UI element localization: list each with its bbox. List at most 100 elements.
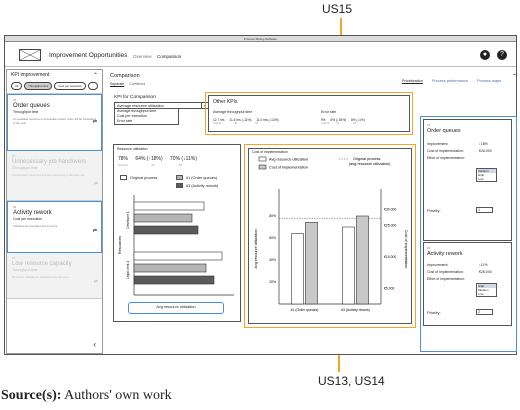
chip-throughput-time[interactable]: Throughput time bbox=[24, 82, 53, 90]
chevron-left-icon[interactable]: ‹ bbox=[93, 340, 96, 349]
effort-select[interactable]: Medium High Low bbox=[476, 168, 497, 182]
priority-input[interactable]: 2 bbox=[476, 309, 493, 315]
effort-option[interactable]: Low bbox=[478, 292, 496, 296]
improvement-label: Improvement: bbox=[427, 263, 449, 267]
kpi-for-comparison: KPI for Comparison Average resource util… bbox=[114, 95, 214, 125]
app-title: Improvement Opportunities bbox=[49, 52, 128, 59]
list-item-activity-rework[interactable]: #3 Activity rework Cost per execution Ac… bbox=[7, 201, 102, 253]
legend-label-cost: Cost of implementation bbox=[269, 166, 308, 170]
kpi-improvement-sidebar: KPI improvement ⌃ All Throughput time Co… bbox=[6, 69, 103, 354]
effort-option[interactable]: Low bbox=[478, 177, 496, 181]
kpi-select[interactable]: Average resource utilization ▼ bbox=[114, 102, 209, 109]
tab-combined[interactable]: Combined bbox=[129, 82, 145, 86]
bar-1-2 bbox=[133, 275, 215, 285]
chevron-up-icon[interactable]: ⌃ bbox=[512, 73, 517, 80]
improvement-row: Improvement: ↓11% bbox=[427, 263, 508, 267]
tab-process-maps[interactable]: Process maps bbox=[477, 79, 501, 83]
view-subtabs: Separate Combined bbox=[110, 82, 149, 86]
tab-overview[interactable]: Overview bbox=[133, 54, 152, 59]
chip-more[interactable]: ... bbox=[87, 82, 99, 90]
other-kpis-panel: Other KPIs Average throughput time 12.7 … bbox=[205, 92, 413, 135]
question-circle-icon[interactable]: ? bbox=[497, 50, 507, 60]
effort-label: Effort of implementation: bbox=[427, 156, 465, 160]
analysis-tabs: Prioritization Process performance Proce… bbox=[402, 79, 509, 83]
kpi-sub: original bbox=[213, 122, 222, 125]
tab-process-performance[interactable]: Process performance bbox=[432, 79, 468, 83]
sidebar-header: KPI improvement ⌃ All Throughput time Co… bbox=[7, 70, 102, 94]
list-item-unnecessary-job-handovers[interactable]: #2 Unnecessary job handovers Throughput … bbox=[7, 151, 102, 201]
cost-row: Cost of implementation: €26,000 bbox=[427, 149, 508, 153]
kpi-sub: #1 bbox=[336, 122, 340, 125]
source-caption: Source(s): Authors' own work bbox=[1, 388, 172, 403]
window-titlebar: Process Mining Software bbox=[5, 36, 516, 42]
prioritization-panel: #1 Order queues Improvement: ↓18% Cost o… bbox=[420, 116, 517, 352]
kpi-select-value: Average resource utilization bbox=[117, 104, 164, 108]
bar-cost-1 bbox=[356, 215, 369, 305]
item-description: Activities are repeated due to errors bbox=[13, 224, 58, 228]
other-kpis-box: Other KPIs Average throughput time 12.7 … bbox=[208, 95, 410, 132]
y-tick-right: €30,000 bbox=[384, 208, 396, 212]
legend-label-original-2: (avg resource utilization) bbox=[349, 162, 391, 166]
bar-0-1 bbox=[133, 213, 193, 223]
kpi-selection-highlight[interactable]: Avg resource utilization bbox=[128, 302, 224, 314]
top-navigation: Improvement Opportunities Overview Compa… bbox=[5, 43, 516, 67]
callout-us15: US15 bbox=[322, 2, 353, 16]
item-description: An available resource to accelerate revi… bbox=[13, 117, 96, 125]
kpi-sub: original bbox=[321, 122, 330, 125]
legend-swatch-cost bbox=[258, 164, 267, 170]
list-item-order-queues[interactable]: #1 Order queues Throughput time An avail… bbox=[7, 94, 102, 151]
bar-1-1 bbox=[133, 263, 207, 273]
card-order-queues: #1 Order queues Improvement: ↓18% Cost o… bbox=[423, 119, 512, 241]
cost-label: Cost of implementation: bbox=[427, 149, 464, 153]
bar-0-2 bbox=[133, 225, 199, 235]
y-axis-label-right: Cost of implementation bbox=[404, 230, 408, 269]
tab-separate[interactable]: Separate bbox=[110, 82, 124, 86]
tab-prioritization[interactable]: Prioritization bbox=[402, 79, 423, 83]
priority-input[interactable]: 1 bbox=[476, 207, 493, 213]
swap-icon[interactable]: ⇄ bbox=[94, 181, 98, 187]
effort-label: Effort of implementation: bbox=[427, 277, 465, 281]
kpi-error-rate: Error rate 9% 6% (↓35%) 8% (↓1%) origina… bbox=[321, 110, 369, 125]
callout-us13-us14: US13, US14 bbox=[318, 374, 385, 388]
effort-row: Effort of implementation: bbox=[427, 156, 508, 160]
chip-cost-per-execution[interactable]: Cost per execution bbox=[54, 82, 86, 90]
y-tick-right: €5,000 bbox=[384, 286, 394, 290]
y-axis-label: Resources bbox=[118, 236, 122, 254]
kpi-option[interactable]: Error rate bbox=[117, 119, 178, 124]
swap-icon[interactable]: ⇄ bbox=[94, 279, 98, 285]
effort-select[interactable]: High Medium Low bbox=[476, 283, 497, 297]
other-kpis-heading: Other KPIs bbox=[213, 99, 238, 105]
priority-label: Priority: bbox=[427, 208, 441, 213]
y-tick-left: 40% bbox=[269, 258, 276, 262]
kpi-sub: #3 bbox=[353, 122, 357, 125]
bar-util-1 bbox=[342, 226, 355, 305]
page-title: Comparison bbox=[110, 73, 140, 79]
user-circle-icon[interactable]: ● bbox=[480, 50, 490, 60]
bar-cost-0 bbox=[305, 221, 318, 305]
kpi-label: Error rate bbox=[321, 110, 337, 114]
legend-swatch-avg bbox=[258, 156, 267, 162]
bar-1-0 bbox=[133, 251, 223, 261]
card-number: #3 bbox=[427, 246, 431, 250]
cost-chart-box: Cost of implementation Avg resource util… bbox=[248, 148, 412, 324]
item-title: Activity rework bbox=[13, 210, 52, 216]
swap-icon[interactable]: ⇄ bbox=[93, 228, 97, 234]
tab-comparison[interactable]: Comparison bbox=[157, 54, 181, 59]
cost-row: Cost of implementation: €28,000 bbox=[427, 270, 508, 274]
bar-util-0 bbox=[291, 233, 304, 305]
card-number: #1 bbox=[427, 123, 431, 127]
chevron-up-icon[interactable]: ⌃ bbox=[93, 72, 98, 79]
improvement-value: ↓11% bbox=[479, 263, 488, 267]
swap-icon[interactable]: ⇄ bbox=[93, 119, 97, 125]
cost-label: Cost of implementation: bbox=[427, 270, 464, 274]
chip-all[interactable]: All bbox=[11, 82, 23, 90]
resource-utilization-chart: Resources Developer 1 Legal clerk 1 bbox=[118, 195, 234, 296]
y-axis-label-left: Avg resource utilization bbox=[254, 229, 258, 268]
item-description: Unnecessary hand-overs of the processing… bbox=[12, 173, 85, 177]
y-tick-left: 60% bbox=[269, 236, 276, 240]
item-number: #1 bbox=[13, 98, 17, 102]
kpi-options-list: Average throughput time Cost per executi… bbox=[114, 109, 179, 125]
list-item-low-resource-capacity[interactable]: #4 Low resource capacity Throughput time… bbox=[7, 253, 102, 299]
x-tick-label: #1 (Order queues) bbox=[291, 308, 319, 312]
kpi-comparison-heading: KPI for Comparison bbox=[114, 95, 156, 100]
